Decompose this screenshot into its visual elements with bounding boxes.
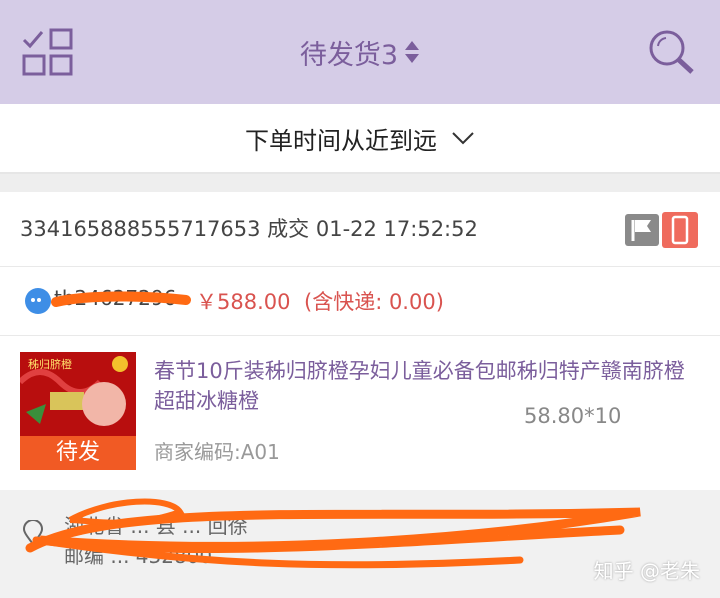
divider (0, 174, 720, 192)
order-number: 334165888555717653 成交 01-22 17:52:52 (20, 217, 478, 241)
sort-dropdown[interactable]: 下单时间从近到远 (0, 104, 720, 174)
search-icon[interactable] (646, 28, 698, 78)
buyer-id: tb24627296 (54, 286, 177, 310)
address-line-2: 邮编 ... 432800 (64, 544, 213, 568)
chat-bubble-icon[interactable] (22, 286, 54, 316)
flag-icon (631, 220, 651, 241)
chevron-down-icon (452, 132, 474, 145)
order-header[interactable]: 334165888555717653 成交 01-22 17:52:52 (0, 192, 720, 267)
product-price-qty: 58.80*10 (524, 404, 622, 428)
address-line-1: 湖北省 ... 县 ... 回徐 (64, 514, 248, 538)
merchant-code: 商家编码:A01 (154, 440, 280, 464)
flag-button[interactable] (625, 214, 659, 246)
page-title-row[interactable]: 待发货3 (0, 0, 720, 104)
product-thumbnail[interactable]: 秭归脐橙 待发 (20, 352, 136, 470)
shipping-fee: (含快递: 0.00) (304, 290, 444, 314)
order-price: ￥588.00 (196, 290, 291, 314)
sort-updown-icon (405, 41, 420, 63)
page-title[interactable]: 待发货3 (300, 33, 398, 72)
product-image (20, 356, 128, 426)
phone-button[interactable] (662, 212, 698, 248)
status-badge: 待发 (20, 436, 136, 470)
sort-label: 下单时间从近到远 (245, 126, 437, 155)
watermark: 知乎 @老朱 (593, 559, 700, 583)
mobile-phone-icon (671, 215, 689, 245)
location-pin-icon (22, 520, 44, 546)
